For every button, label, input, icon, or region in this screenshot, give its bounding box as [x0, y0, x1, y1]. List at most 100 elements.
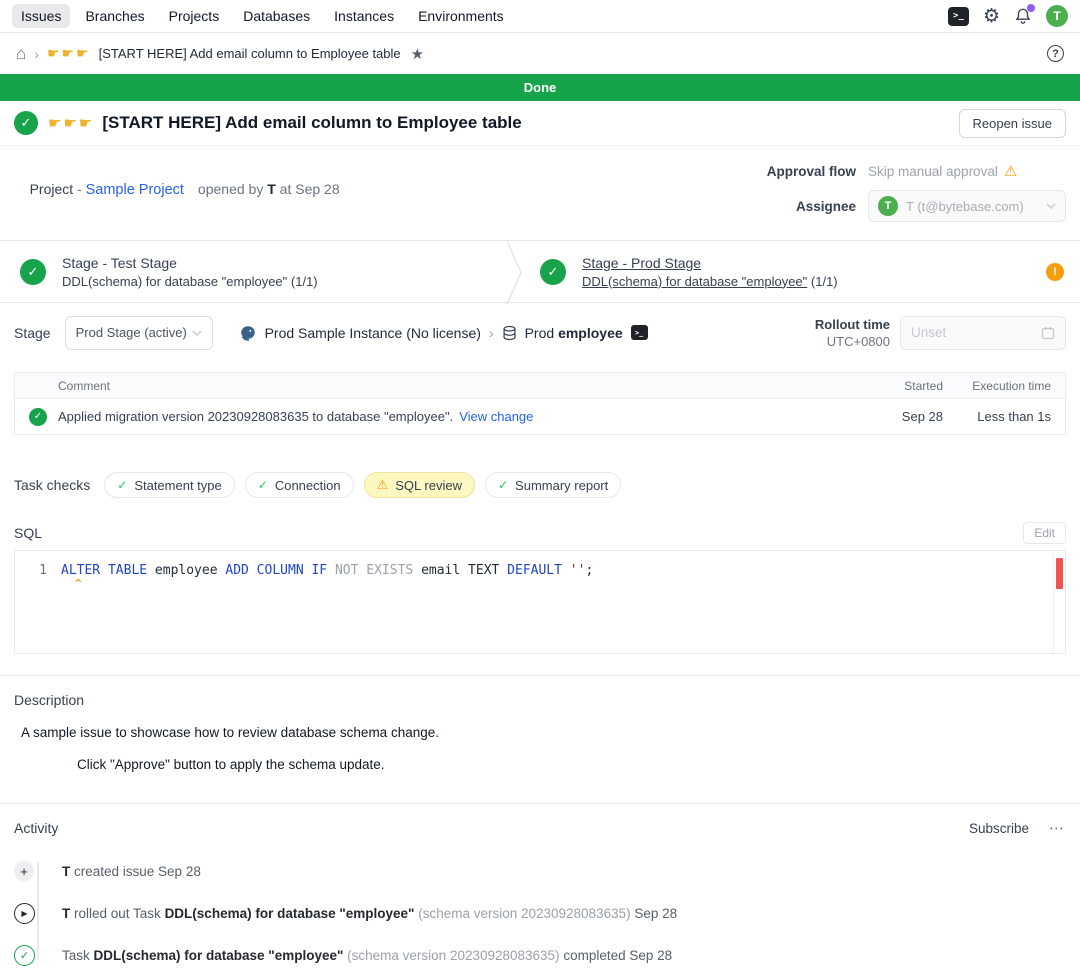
stage-task[interactable]: DDL(schema) for database "employee" — [582, 274, 807, 289]
notification-bell-icon[interactable] — [1014, 7, 1032, 25]
created-plus-icon: + — [14, 861, 34, 881]
open-sql-editor-icon[interactable]: >_ — [631, 325, 648, 340]
assignee-label: Assignee — [764, 199, 856, 214]
nav-tab-instances[interactable]: Instances — [325, 4, 403, 28]
column-execution-time: Execution time — [943, 379, 1051, 393]
check-pill-connection[interactable]: ✓ Connection — [245, 472, 354, 498]
check-pill-label: Statement type — [134, 478, 221, 493]
stage-task-count: (1/1) — [811, 274, 838, 289]
check-pill-label: Summary report — [515, 478, 608, 493]
activity-schema-version: (schema version 20230928083635) — [343, 948, 563, 963]
nav-tab-databases[interactable]: Databases — [234, 4, 319, 28]
more-menu-icon[interactable]: ⋯ — [1049, 819, 1066, 837]
sql-section-header: SQL Edit — [14, 522, 1066, 544]
stage-title: Stage - Test Stage — [62, 255, 318, 271]
reopen-issue-button[interactable]: Reopen issue — [959, 109, 1067, 138]
sql-token: ALTER TABLE — [61, 563, 147, 578]
description-heading: Description — [14, 692, 1066, 708]
nav-tab-projects[interactable]: Projects — [160, 4, 229, 28]
sql-token: employee — [147, 563, 225, 578]
opened-actor: T — [267, 181, 276, 197]
warning-triangle-icon[interactable]: ⚠ — [1004, 162, 1017, 180]
nav-tabs: Issues Branches Projects Databases Insta… — [12, 4, 513, 28]
settings-gear-icon[interactable]: ⚙ — [983, 7, 1000, 26]
sql-token — [327, 563, 335, 578]
nav-tab-issues[interactable]: Issues — [12, 4, 70, 28]
rollout-time-label: Rollout time — [815, 317, 890, 332]
sql-editor-icon[interactable]: >_ — [948, 7, 969, 26]
activity-timeline: + T created issue Sep 28 ▶ T rolled out … — [14, 850, 1066, 976]
check-pill-label: Connection — [275, 478, 341, 493]
star-icon[interactable]: ★ — [411, 45, 424, 63]
stage-title[interactable]: Stage - Prod Stage — [582, 255, 838, 271]
chevron-down-icon — [192, 330, 202, 336]
opened-at-text: at Sep 28 — [276, 181, 340, 197]
status-banner: Done — [0, 74, 1080, 101]
activity-item: ✓ Task DDL(schema) for database "employe… — [14, 934, 1066, 976]
stage-select-label: Stage — [14, 325, 51, 341]
issue-meta: Project - Sample Projectopened by T at S… — [0, 146, 1080, 240]
sql-label: SQL — [14, 525, 42, 541]
subscribe-button[interactable]: Subscribe — [969, 821, 1029, 836]
check-pass-icon: ✓ — [498, 478, 508, 492]
database-env: Prod — [525, 325, 558, 341]
scrollbar-error-marker — [1056, 558, 1063, 589]
check-pill-sql-review[interactable]: ⚠ SQL review — [364, 472, 475, 498]
table-row[interactable]: ✓ Applied migration version 202309280836… — [15, 399, 1065, 434]
sql-token: IF — [311, 563, 327, 578]
sql-token — [562, 563, 570, 578]
activity-time: Sep 28 — [158, 864, 201, 879]
stage-pipeline: ✓ Stage - Test Stage DDL(schema) for dat… — [0, 240, 1080, 303]
project-link[interactable]: Sample Project — [86, 182, 184, 198]
postgres-icon — [239, 324, 257, 342]
rollout-time-value: Unset — [911, 325, 946, 340]
row-comment: Applied migration version 20230928083635… — [58, 409, 453, 424]
view-change-link[interactable]: View change — [459, 409, 533, 424]
user-avatar[interactable]: T — [1046, 5, 1068, 27]
stage-select-value: Prod Stage (active) — [76, 325, 187, 340]
calendar-icon — [1041, 326, 1055, 340]
issue-header: ✓ ☛☛☛ [START HERE] Add email column to E… — [0, 101, 1080, 146]
sql-edit-button[interactable]: Edit — [1023, 522, 1066, 544]
stage-done-check-icon: ✓ — [540, 259, 566, 285]
activity-text: rolled out Task — [70, 906, 164, 921]
stage-done-check-icon: ✓ — [20, 259, 46, 285]
activity-task-name: DDL(schema) for database "employee" — [94, 948, 344, 963]
sql-editor[interactable]: 1 ALTER TABLE employee ADD COLUMN IF NOT… — [14, 550, 1066, 654]
chevron-down-icon — [1046, 203, 1056, 209]
stage-card-test[interactable]: ✓ Stage - Test Stage DDL(schema) for dat… — [0, 241, 506, 302]
activity-text: completed — [563, 948, 629, 963]
breadcrumb-separator: › — [489, 325, 494, 341]
column-started: Started — [869, 379, 943, 393]
sql-token: email TEXT — [413, 563, 507, 578]
editor-scrollbar[interactable] — [1053, 551, 1065, 653]
activity-actor: T — [62, 906, 70, 921]
activity-heading: Activity — [14, 820, 58, 836]
stage-card-prod[interactable]: ✓ Stage - Prod Stage DDL(schema) for dat… — [522, 241, 1080, 302]
activity-item: ▶ T rolled out Task DDL(schema) for data… — [14, 892, 1066, 934]
row-success-check-icon: ✓ — [29, 408, 47, 426]
project-label: Project — [30, 181, 74, 197]
activity-actor: T — [62, 864, 70, 879]
check-pill-label: SQL review — [395, 478, 462, 493]
help-icon[interactable]: ? — [1047, 45, 1064, 62]
opened-by-text: opened by — [198, 181, 267, 197]
breadcrumb-separator: › — [34, 46, 39, 62]
check-pill-statement-type[interactable]: ✓ Statement type — [104, 472, 235, 498]
sql-warning-caret: ^ — [75, 577, 82, 590]
sql-token: '' — [570, 563, 586, 578]
nav-tab-environments[interactable]: Environments — [409, 4, 513, 28]
nav-tab-branches[interactable]: Branches — [76, 4, 153, 28]
sql-token: NOT EXISTS — [335, 563, 413, 578]
check-pill-summary-report[interactable]: ✓ Summary report — [485, 472, 621, 498]
stage-select[interactable]: Prod Stage (active) — [65, 316, 213, 350]
assignee-select[interactable]: T T (t@bytebase.com) — [868, 190, 1066, 222]
instance-link[interactable]: Prod Sample Instance (No license) — [265, 325, 481, 341]
notification-dot — [1027, 4, 1035, 12]
database-link[interactable]: employee — [558, 325, 623, 341]
issue-done-check-icon: ✓ — [14, 111, 38, 135]
stage-alert-icon[interactable]: ! — [1046, 263, 1064, 281]
home-icon[interactable]: ⌂ — [16, 45, 26, 62]
breadcrumb-issue-title[interactable]: [START HERE] Add email column to Employe… — [99, 46, 401, 61]
rollout-time-input[interactable]: Unset — [900, 316, 1066, 350]
